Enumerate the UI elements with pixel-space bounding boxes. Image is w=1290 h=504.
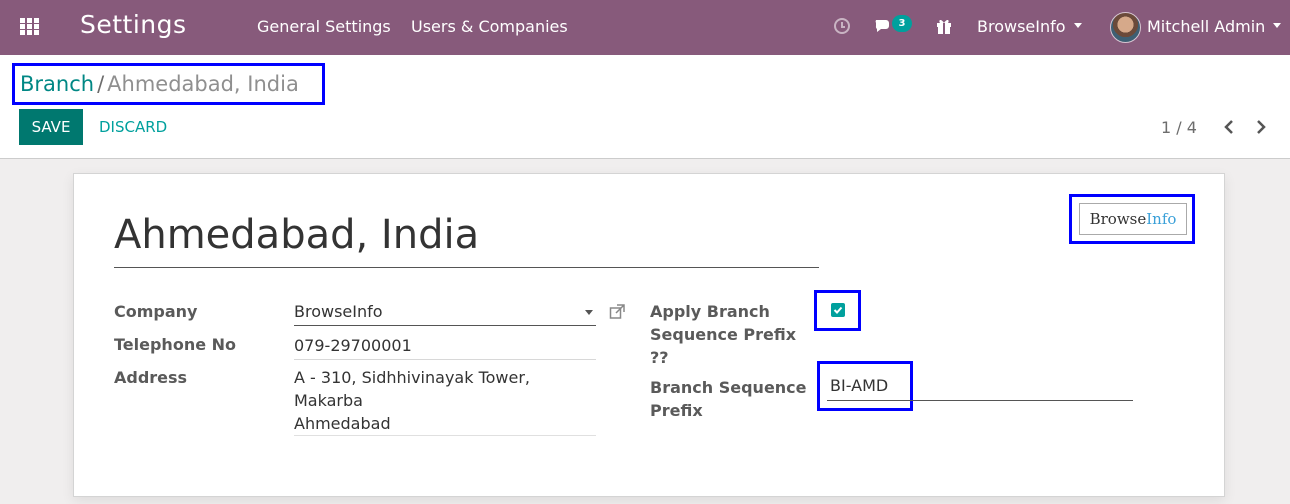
apply-branch-prefix-label: Apply Branch Sequence Prefix ?? <box>650 302 797 367</box>
company-select[interactable]: BrowseInfo <box>294 300 596 326</box>
user-menu-label: Mitchell Admin <box>1147 17 1266 36</box>
address-label: Address <box>114 368 188 387</box>
top-navbar: Settings General Settings Users & Compan… <box>0 0 1290 55</box>
menu-general-settings[interactable]: General Settings <box>257 17 391 36</box>
sequence-prefix-field[interactable]: BI-AMD <box>830 376 888 395</box>
branch-sequence-prefix-label: Branch Sequence Prefix <box>650 378 807 420</box>
pager-counter: 1 / 4 <box>1161 118 1197 137</box>
app-title: Settings <box>80 10 187 39</box>
telephone-field[interactable]: 079-29700001 <box>294 334 596 360</box>
discard-button[interactable]: DISCARD <box>99 109 167 145</box>
checkmark-icon <box>833 306 843 314</box>
company-switcher-label: BrowseInfo <box>977 17 1066 36</box>
address-field[interactable]: A - 310, Sidhhivinayak Tower, Makarba Ah… <box>294 366 596 436</box>
chat-count-badge: 3 <box>892 15 912 32</box>
menu-users-companies[interactable]: Users & Companies <box>411 17 568 36</box>
company-label: Company <box>114 302 198 321</box>
chevron-down-icon <box>1273 23 1282 28</box>
logo-highlight: BrowseInfo <box>1069 194 1195 244</box>
sequence-prefix-underline <box>827 400 1133 401</box>
control-panel: Branch / Ahmedabad, India SAVE DISCARD 1 /… <box>0 55 1290 159</box>
form-sheet: Ahmedabad, India BrowseInfo Company Brow… <box>73 173 1225 497</box>
checkbox-highlight <box>814 290 861 331</box>
chevron-left-icon[interactable] <box>1222 118 1236 136</box>
address-line-2: Makarba <box>294 391 363 410</box>
telephone-label: Telephone No <box>114 335 237 354</box>
breadcrumb-separator: / <box>97 72 105 96</box>
branch-name-field[interactable]: Ahmedabad, India <box>114 210 819 268</box>
company-logo[interactable]: BrowseInfo <box>1079 203 1187 235</box>
apply-prefix-checkbox[interactable] <box>831 303 845 317</box>
breadcrumb-branch-link[interactable]: Branch <box>20 72 94 96</box>
address-line-1: A - 310, Sidhhivinayak Tower, <box>294 368 531 387</box>
save-button[interactable]: SAVE <box>19 109 83 145</box>
chevron-down-icon <box>585 310 593 315</box>
avatar[interactable] <box>1110 12 1141 43</box>
external-link-icon[interactable] <box>609 304 625 320</box>
breadcrumb: Branch / Ahmedabad, India <box>12 63 325 105</box>
gift-icon[interactable] <box>935 17 953 35</box>
apps-grid-icon[interactable] <box>20 18 40 36</box>
address-line-3: Ahmedabad <box>294 414 391 433</box>
clock-icon[interactable] <box>834 18 850 34</box>
chevron-down-icon <box>1073 23 1082 28</box>
user-menu[interactable]: Mitchell Admin <box>1147 17 1282 36</box>
chat-icon[interactable] <box>874 17 892 37</box>
company-switcher[interactable]: BrowseInfo <box>977 17 1082 36</box>
chevron-right-icon[interactable] <box>1254 118 1268 136</box>
breadcrumb-current: Ahmedabad, India <box>107 72 299 96</box>
